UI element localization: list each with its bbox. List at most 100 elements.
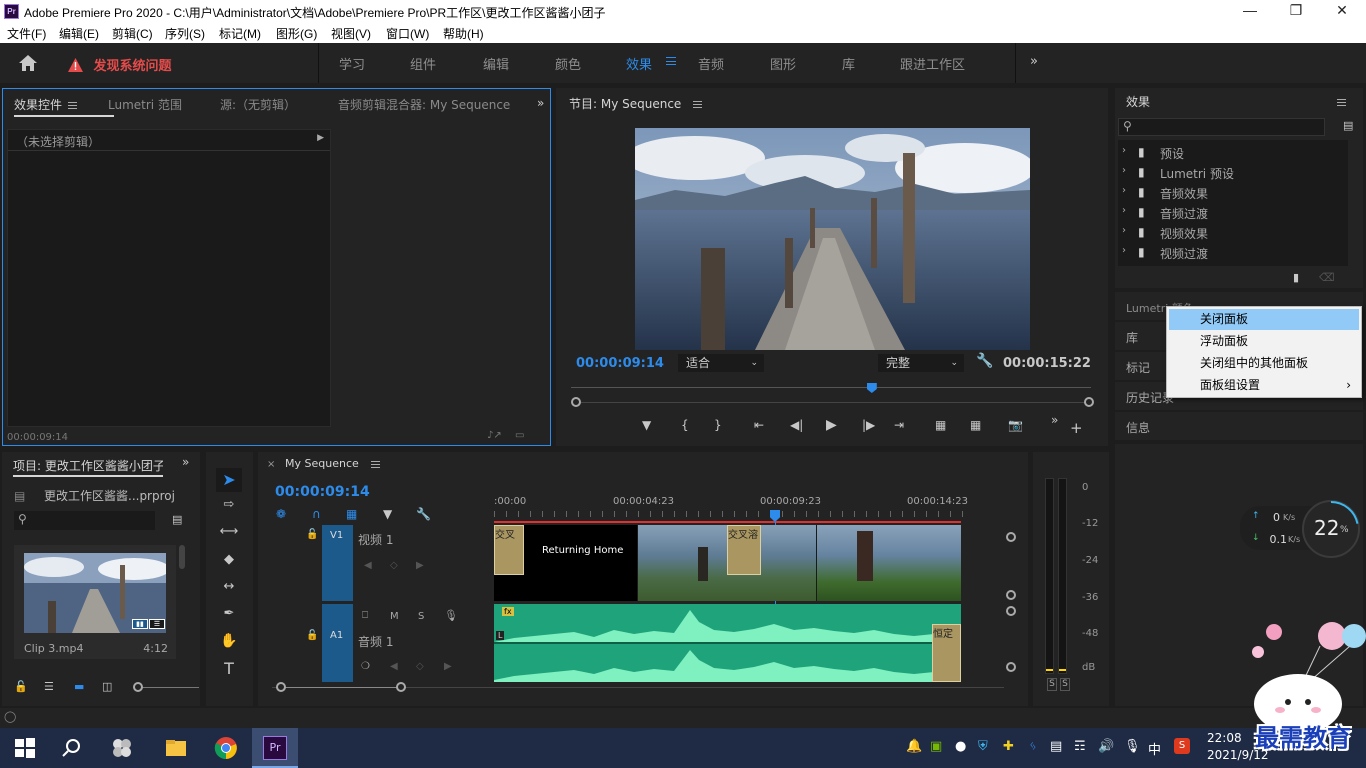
wifi-icon[interactable]: ☶ (1074, 739, 1086, 754)
freeform-view-icon[interactable]: ◫ (102, 680, 112, 693)
hand-tool-icon[interactable]: ✋ (218, 633, 240, 649)
nvidia-icon[interactable]: ▣ (930, 739, 942, 754)
menu-file[interactable]: 文件(F) (7, 25, 46, 42)
project-scrollbar[interactable] (179, 545, 185, 569)
timeline-settings-icon[interactable]: 🔧 (416, 507, 431, 521)
panel-menu-icon[interactable] (370, 460, 380, 468)
quality-select[interactable]: 完整 ⌄ (878, 354, 964, 372)
play-icon[interactable]: ▶ (826, 417, 837, 433)
tab-assembly[interactable]: 组件 (410, 54, 436, 73)
track-zoom-handle[interactable] (1006, 590, 1016, 600)
maximize-button[interactable]: ❐ (1276, 2, 1316, 19)
effects-item-video-transitions[interactable]: › ▮ 视频过渡 (1118, 242, 1348, 262)
nest-icon[interactable]: ❁ (276, 507, 286, 521)
menu-edit[interactable]: 编辑(E) (59, 25, 99, 42)
timeline-timecode[interactable]: 00:00:09:14 (275, 484, 370, 500)
selection-tool-icon[interactable]: ➤ (218, 470, 240, 489)
step-back-icon[interactable]: ◀| (790, 418, 803, 432)
menu-item-panel-group-settings[interactable]: 面板组设置 › (1169, 375, 1359, 396)
microphone-icon[interactable]: 🎙 (1124, 739, 1141, 754)
zoom-handle-left[interactable] (571, 397, 581, 407)
tab-effect-controls[interactable]: 效果控件 (14, 96, 78, 113)
tab-editing[interactable]: 编辑 (483, 54, 509, 73)
list-view-icon[interactable]: ☰ (44, 680, 54, 693)
v1-target-button[interactable]: V1 (322, 525, 353, 601)
tab-libraries[interactable]: 库 (842, 54, 855, 73)
effects-item-lumetri-presets[interactable]: › ▮ Lumetri 预设 (1118, 162, 1348, 182)
ripple-edit-tool-icon[interactable]: ⟷ (218, 524, 240, 539)
new-bin-icon[interactable]: ▤ (1343, 119, 1353, 132)
video-clip-2[interactable] (817, 525, 961, 601)
ime-indicator[interactable]: 中 (1148, 739, 1161, 758)
menu-item-close-panel[interactable]: 关闭面板 (1169, 309, 1359, 330)
pinwheel-app-icon[interactable] (110, 736, 134, 760)
tab-color[interactable]: 颜色 (555, 54, 581, 73)
home-icon[interactable] (18, 54, 38, 72)
menu-item-float-panel[interactable]: 浮动面板 (1169, 331, 1359, 352)
sequence-tab[interactable]: My Sequence (285, 457, 380, 470)
panel-overflow-icon[interactable]: » (182, 455, 189, 469)
tab-learn[interactable]: 学习 (339, 54, 365, 73)
close-button[interactable]: ✕ (1322, 2, 1362, 19)
premiere-taskbar-item[interactable]: Pr (252, 728, 298, 768)
zoom-slider-handle[interactable] (133, 682, 143, 692)
new-custom-bin-icon[interactable]: ▮ (1293, 271, 1299, 284)
menu-marker[interactable]: 标记(M) (219, 25, 261, 42)
tab-effects[interactable]: 效果 (626, 54, 652, 73)
effects-item-video-effects[interactable]: › ▮ 视频效果 (1118, 222, 1348, 242)
system-warning[interactable]: 发现系统问题 (68, 55, 172, 74)
microphone-icon[interactable]: 🎙 (444, 609, 458, 622)
usage-gauge[interactable]: 22 % (1302, 500, 1360, 558)
effects-item-presets[interactable]: › ▮ 预设 (1118, 142, 1348, 162)
notification-bell-icon[interactable]: 🔔 (906, 739, 922, 754)
shield-icon[interactable]: ⛨ (978, 739, 988, 754)
export-icon[interactable]: ▭ (515, 430, 524, 441)
program-timecode[interactable]: 00:00:09:14 (576, 356, 664, 371)
step-forward-icon[interactable]: |▶ (862, 418, 875, 432)
track-zoom-handle[interactable] (1006, 606, 1016, 616)
fit-select[interactable]: 适合 ⌄ (678, 354, 764, 372)
voice-over-icon[interactable]: ⎕ (362, 610, 368, 621)
slip-tool-icon[interactable]: ↔ (218, 579, 240, 594)
close-sequence-icon[interactable]: × (267, 459, 275, 470)
program-video-frame[interactable] (635, 128, 1030, 350)
effects-item-audio-effects[interactable]: › ▮ 音频效果 (1118, 182, 1348, 202)
razor-tool-icon[interactable]: ◆ (218, 552, 240, 567)
audio-transition-clip[interactable]: 恒定 (932, 624, 961, 682)
time-ruler[interactable] (571, 384, 1091, 396)
menu-help[interactable]: 帮助(H) (443, 25, 484, 42)
info-panel-header[interactable]: 信息 (1115, 412, 1363, 440)
menu-item-close-others[interactable]: 关闭组中的其他面板 (1169, 353, 1359, 374)
thumbnail-zoom-slider[interactable] (135, 687, 199, 688)
track-lock-icon[interactable]: 🔓 (306, 630, 318, 641)
tab-workspace[interactable]: 跟进工作区 (900, 54, 965, 73)
type-tool-icon[interactable]: T (218, 659, 240, 678)
tab-audio-clip-mixer[interactable]: 音频剪辑混合器: My Sequence (338, 96, 510, 113)
more-workspaces-icon[interactable]: » (1030, 54, 1038, 69)
chrome-icon[interactable] (214, 736, 238, 760)
tab-lumetri-scopes[interactable]: Lumetri 范围 (108, 96, 182, 113)
add-button-icon[interactable]: + (1070, 419, 1083, 437)
panel-overflow-icon[interactable]: » (537, 96, 544, 110)
add-marker-icon[interactable]: ▼ (383, 507, 392, 521)
lock-icon[interactable]: 🔓 (14, 680, 28, 693)
expand-arrow-icon[interactable]: ▶ (317, 133, 324, 143)
mark-out-icon[interactable]: } (714, 418, 722, 432)
lift-icon[interactable]: ▦ (935, 418, 946, 432)
minimize-button[interactable]: — (1230, 2, 1270, 18)
linked-selection-icon[interactable]: ▦ (346, 507, 357, 521)
effects-search-input[interactable]: ⚲ (1118, 118, 1325, 136)
next-keyframe-icon[interactable]: ▶ (444, 661, 452, 672)
panel-menu-icon[interactable] (1337, 99, 1346, 106)
clock-time[interactable]: 22:08 (1207, 731, 1242, 745)
wrench-icon[interactable]: 🔧 (976, 353, 993, 369)
clip-thumbnail-card[interactable]: ▮▮ ☰ Clip 3.mp4 4:12 (14, 545, 176, 659)
keyframe-icon[interactable]: ◇ (390, 560, 398, 571)
filter-audio-icon[interactable]: ♪↗ (487, 430, 502, 441)
solo-right-button[interactable]: S (1060, 678, 1070, 691)
track-zoom-handle[interactable] (1006, 662, 1016, 672)
export-frame-icon[interactable]: 📷 (1008, 418, 1023, 432)
transition-clip[interactable]: 交叉 (494, 525, 524, 575)
button-editor-icon[interactable]: » (1051, 413, 1058, 427)
sogou-icon[interactable]: S (1174, 738, 1190, 754)
